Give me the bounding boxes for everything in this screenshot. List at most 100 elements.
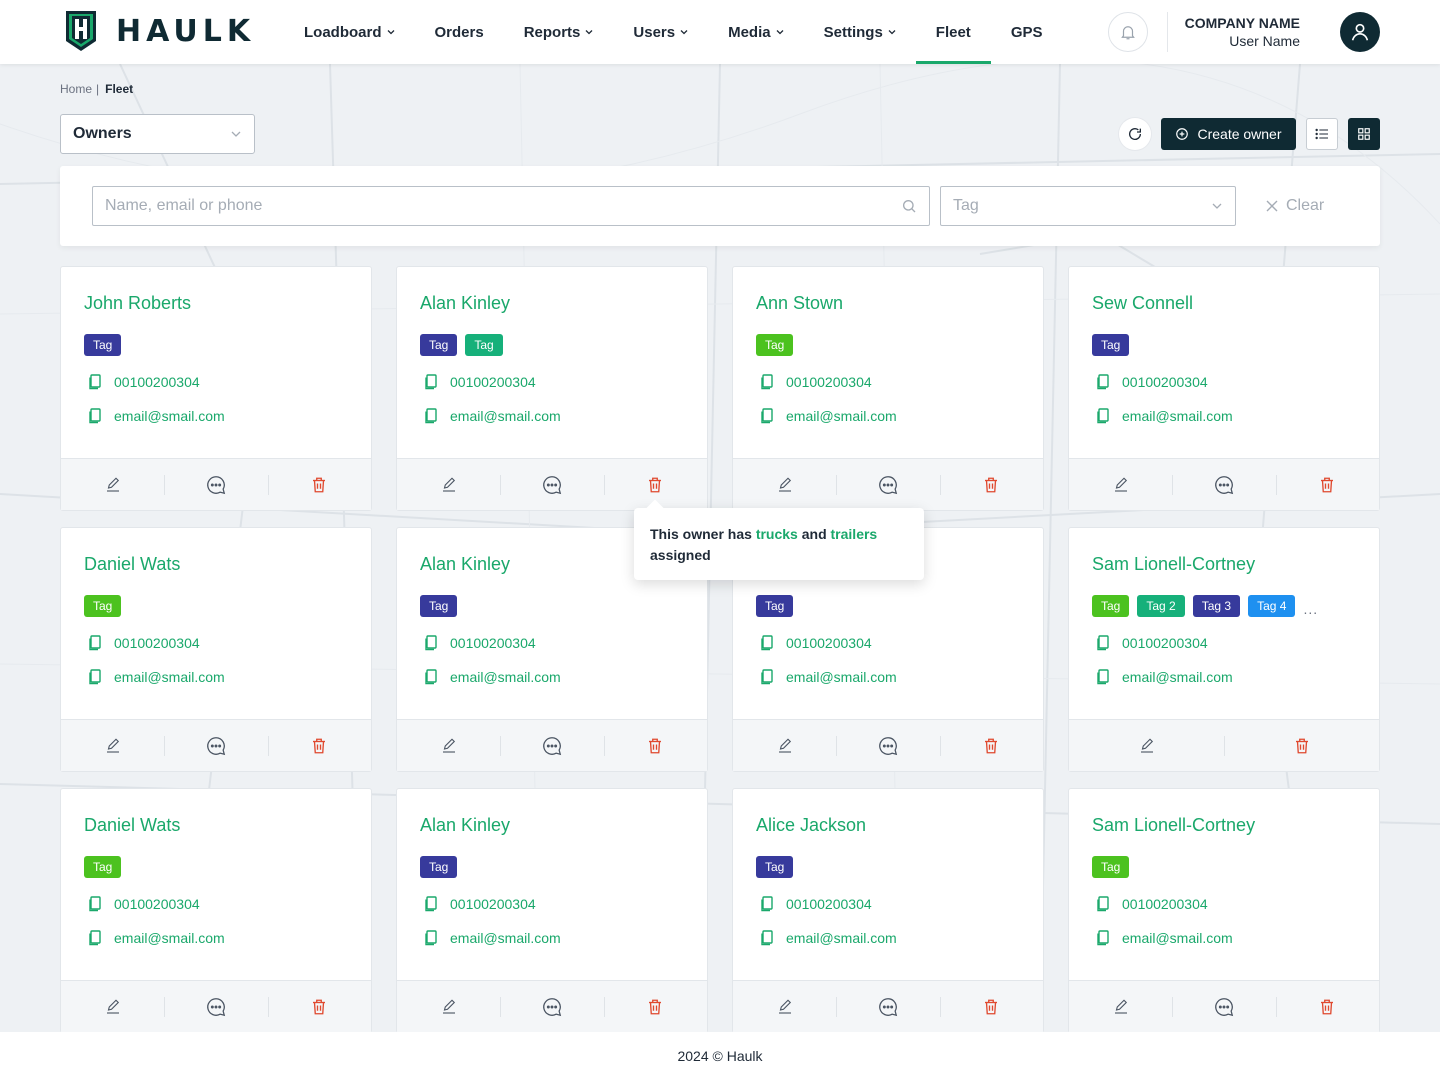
nav-item-fleet[interactable]: Fleet: [915, 0, 991, 64]
list-view-toggle[interactable]: [1306, 118, 1338, 150]
comment-owner-button[interactable]: [1172, 981, 1275, 1032]
owner-name[interactable]: Ann Stown: [756, 293, 843, 314]
edit-owner-button[interactable]: [733, 981, 836, 1032]
owner-name[interactable]: Alan Kinley: [420, 815, 510, 836]
owner-name[interactable]: Sam Lionell-Cortney: [1092, 815, 1255, 836]
nav-item-gps[interactable]: GPS: [991, 0, 1063, 64]
tag-filter-select[interactable]: Tag: [940, 186, 1236, 226]
more-tags-indicator[interactable]: ...: [1303, 601, 1318, 617]
owner-phone[interactable]: 00100200304: [760, 374, 872, 390]
owner-phone[interactable]: 00100200304: [88, 374, 200, 390]
owner-tags: Tag: [84, 334, 122, 356]
edit-owner-button[interactable]: [397, 720, 500, 771]
edit-owner-button[interactable]: [1069, 720, 1224, 771]
comment-owner-button[interactable]: [500, 459, 603, 510]
delete-owner-button[interactable]: [1275, 459, 1379, 510]
owner-phone[interactable]: 00100200304: [760, 896, 872, 912]
email-icon: [425, 408, 437, 424]
account-info[interactable]: COMPANY NAME User Name: [1185, 15, 1300, 49]
delete-owner-button[interactable]: [1275, 981, 1379, 1032]
comment-owner-button[interactable]: [164, 981, 267, 1032]
owner-phone[interactable]: 00100200304: [1096, 374, 1208, 390]
owner-tags: Tag: [84, 595, 122, 617]
owner-name[interactable]: Alice Jackson: [756, 815, 866, 836]
entity-type-select[interactable]: Owners: [60, 114, 255, 154]
owner-name[interactable]: Sew Connell: [1092, 293, 1193, 314]
tooltip-trailers: trailers: [830, 526, 878, 542]
refresh-button[interactable]: [1119, 118, 1151, 150]
owner-phone[interactable]: 00100200304: [424, 374, 536, 390]
owner-name[interactable]: Daniel Wats: [84, 815, 180, 836]
tag-badge: Tag: [420, 595, 458, 617]
edit-owner-button[interactable]: [733, 720, 836, 771]
search-input[interactable]: [105, 197, 865, 215]
notifications-button[interactable]: [1108, 12, 1148, 52]
grid-view-toggle[interactable]: [1348, 118, 1380, 150]
nav-item-users[interactable]: Users: [613, 0, 708, 64]
delete-owner-button[interactable]: [1224, 720, 1379, 771]
delete-owner-button[interactable]: [939, 720, 1043, 771]
delete-owner-button[interactable]: [603, 981, 707, 1032]
delete-owner-button[interactable]: [939, 981, 1043, 1032]
comment-owner-button[interactable]: [500, 720, 603, 771]
create-owner-button[interactable]: Create owner: [1161, 118, 1296, 150]
owner-email[interactable]: email@smail.com: [88, 669, 225, 685]
edit-owner-button[interactable]: [733, 459, 836, 510]
nav-item-loadboard[interactable]: Loadboard: [284, 0, 415, 64]
owner-phone[interactable]: 00100200304: [760, 635, 872, 651]
delete-owner-button[interactable]: [939, 459, 1043, 510]
edit-owner-button[interactable]: [1069, 981, 1172, 1032]
owner-phone[interactable]: 00100200304: [88, 896, 200, 912]
comment-owner-button[interactable]: [836, 981, 939, 1032]
breadcrumb-home[interactable]: Home: [60, 82, 92, 96]
owner-phone[interactable]: 00100200304: [424, 635, 536, 651]
edit-owner-button[interactable]: [397, 459, 500, 510]
edit-owner-button[interactable]: [61, 981, 164, 1032]
search-field[interactable]: [92, 186, 930, 226]
owner-phone[interactable]: 00100200304: [1096, 635, 1208, 651]
edit-owner-button[interactable]: [1069, 459, 1172, 510]
owner-email[interactable]: email@smail.com: [424, 930, 561, 946]
owner-email[interactable]: email@smail.com: [424, 669, 561, 685]
comment-owner-button[interactable]: [164, 720, 267, 771]
card-actions: [61, 719, 371, 771]
owner-email[interactable]: email@smail.com: [760, 930, 897, 946]
owner-phone[interactable]: 00100200304: [424, 896, 536, 912]
owner-email[interactable]: email@smail.com: [1096, 408, 1233, 424]
owner-email[interactable]: email@smail.com: [424, 408, 561, 424]
comment-owner-button[interactable]: [500, 981, 603, 1032]
owner-phone[interactable]: 00100200304: [1096, 896, 1208, 912]
phone-value: 00100200304: [786, 896, 872, 912]
comment-owner-button[interactable]: [164, 459, 267, 510]
delete-owner-button[interactable]: [267, 459, 371, 510]
owner-name[interactable]: Daniel Wats: [84, 554, 180, 575]
edit-owner-button[interactable]: [61, 720, 164, 771]
owner-name[interactable]: Alan Kinley: [420, 293, 510, 314]
email-value: email@smail.com: [786, 930, 897, 946]
delete-owner-button[interactable]: [267, 720, 371, 771]
owner-email[interactable]: email@smail.com: [760, 408, 897, 424]
owner-name[interactable]: Sam Lionell-Cortney: [1092, 554, 1255, 575]
owner-email[interactable]: email@smail.com: [88, 408, 225, 424]
owner-email[interactable]: email@smail.com: [1096, 669, 1233, 685]
owner-email[interactable]: email@smail.com: [88, 930, 225, 946]
comment-owner-button[interactable]: [1172, 459, 1275, 510]
comment-owner-button[interactable]: [836, 720, 939, 771]
clear-filters-button[interactable]: Clear: [1266, 186, 1324, 226]
user-avatar[interactable]: [1340, 12, 1380, 52]
owner-name[interactable]: Alan Kinley: [420, 554, 510, 575]
edit-owner-button[interactable]: [61, 459, 164, 510]
owner-email[interactable]: email@smail.com: [760, 669, 897, 685]
delete-owner-button[interactable]: [267, 981, 371, 1032]
delete-owner-button[interactable]: [603, 720, 707, 771]
owner-name[interactable]: John Roberts: [84, 293, 191, 314]
owner-phone[interactable]: 00100200304: [88, 635, 200, 651]
nav-item-orders[interactable]: Orders: [415, 0, 504, 64]
nav-item-reports[interactable]: Reports: [504, 0, 614, 64]
nav-item-settings[interactable]: Settings: [804, 0, 916, 64]
edit-owner-button[interactable]: [397, 981, 500, 1032]
comment-owner-button[interactable]: [836, 459, 939, 510]
haulk-logo[interactable]: HAULK: [64, 9, 255, 53]
nav-item-media[interactable]: Media: [708, 0, 804, 64]
owner-email[interactable]: email@smail.com: [1096, 930, 1233, 946]
